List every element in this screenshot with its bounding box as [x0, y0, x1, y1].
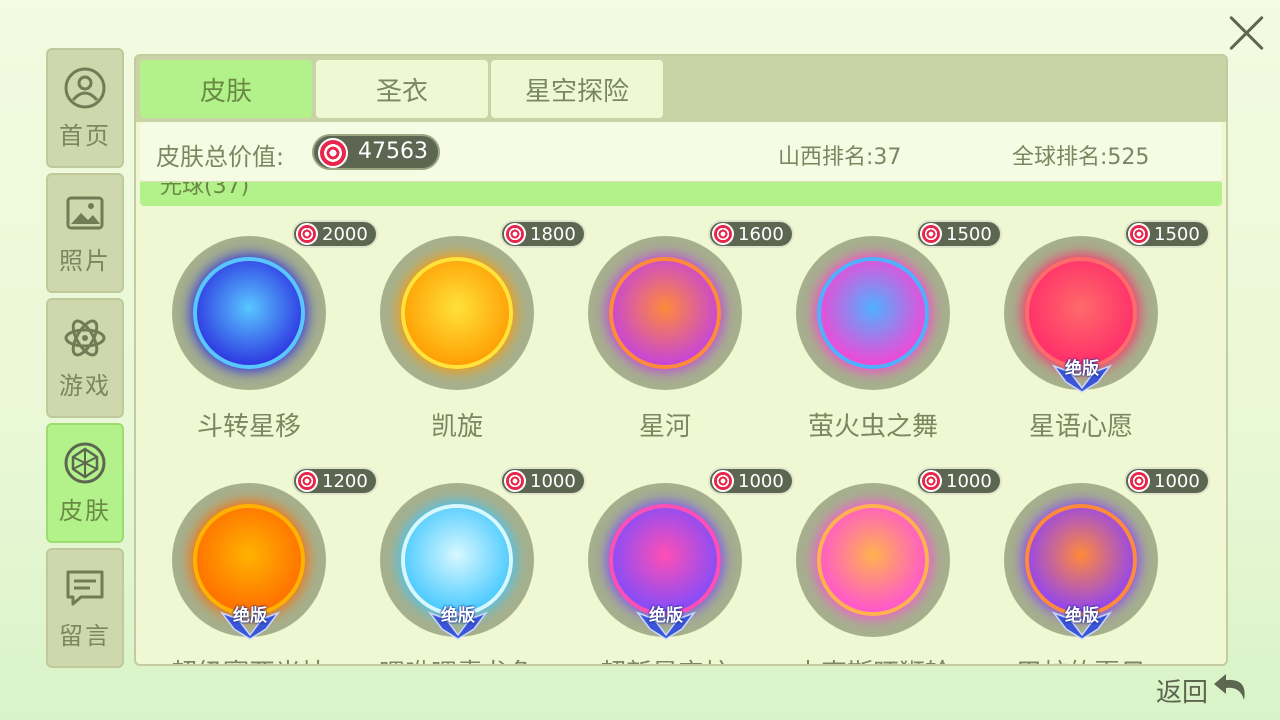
skin-item[interactable]: 1800 凯旋 — [344, 206, 586, 442]
person-icon — [63, 66, 107, 110]
candy-icon — [1128, 470, 1150, 492]
skin-name: 嘿咻嘿青龙兔 — [344, 653, 570, 664]
price-tag: 1000 — [1124, 467, 1210, 495]
return-arrow-icon — [1212, 670, 1250, 711]
total-value-badge: 47563 — [312, 134, 440, 170]
limited-edition-badge: 绝版 — [428, 601, 488, 640]
badge-text: 绝版 — [1065, 359, 1099, 379]
skin-item[interactable]: 绝版1200超级赛亚光烛 — [136, 453, 378, 664]
section-header: 光球(37) — [140, 182, 1222, 206]
skin-item[interactable]: 1000杰克斯旺狮轮 — [760, 453, 1002, 664]
badge-text: 绝版 — [233, 606, 267, 626]
skin-item[interactable]: 2000 斗转星移 — [136, 206, 378, 442]
skin-name: 斗转星移 — [196, 412, 301, 442]
skin-name: 超新星守护 — [552, 653, 778, 664]
orb-visual — [821, 261, 925, 365]
orb-visual — [613, 508, 717, 612]
skin-name: 星语心愿 — [1028, 412, 1133, 442]
back-label: 返回 — [1156, 678, 1209, 708]
price-value: 1000 — [1154, 471, 1200, 492]
skin-item[interactable]: 绝版 1500 星语心愿 — [968, 206, 1210, 442]
orb-visual — [821, 508, 925, 612]
orb-visual — [197, 261, 301, 365]
atom-icon — [63, 316, 107, 360]
diamond-icon — [63, 441, 107, 485]
candy-icon — [318, 138, 348, 168]
skin-orb[interactable] — [380, 236, 534, 390]
skin-item[interactable]: 绝版1000嘿咻嘿青龙兔 — [344, 453, 586, 664]
orb-visual — [405, 508, 509, 612]
candy-icon — [504, 470, 526, 492]
close-button[interactable] — [1226, 12, 1268, 54]
orb-visual — [197, 508, 301, 612]
sidebar: 首页 照片 游戏 皮肤 留言 — [46, 48, 128, 673]
price-tag: 1500 — [1124, 220, 1210, 248]
skin-orb[interactable] — [588, 236, 742, 390]
skin-grid: 2000 斗转星移 1800 凯旋 1600 星河 1500 萤火虫之舞 绝版 1500 星语心愿绝… — [136, 206, 1226, 664]
skin-orb[interactable]: 绝版 — [1004, 483, 1158, 640]
total-value: 47563 — [358, 139, 428, 164]
total-value-label: 皮肤总价值: — [156, 143, 285, 171]
sidebar-item-photos[interactable]: 照片 — [46, 173, 124, 293]
skin-name: 超级赛亚光烛 — [136, 653, 362, 664]
limited-edition-badge: 绝版 — [1052, 601, 1112, 640]
skin-name: 甲蛇的夏日 — [968, 653, 1194, 664]
image-icon — [63, 191, 107, 235]
skin-orb[interactable] — [796, 236, 950, 390]
sidebar-item-label: 皮肤 — [59, 496, 111, 525]
province-rank: 山西排名:37 — [778, 145, 902, 170]
skin-orb[interactable]: 绝版 — [172, 483, 326, 640]
tab-skins[interactable]: 皮肤 — [140, 60, 312, 118]
sidebar-item-label: 照片 — [59, 246, 111, 275]
skin-orb[interactable] — [796, 483, 950, 637]
skin-panel: 皮肤 圣衣 星空探险 皮肤总价值: 47563 山西排名:37 全球排名:525… — [134, 54, 1228, 666]
orb-visual — [1029, 508, 1133, 612]
message-icon — [63, 566, 107, 610]
section-label: 光球(37) — [160, 182, 250, 199]
sidebar-item-skins[interactable]: 皮肤 — [46, 423, 124, 543]
sidebar-item-label: 首页 — [59, 121, 111, 150]
candy-icon — [920, 223, 942, 245]
sidebar-item-label: 留言 — [59, 621, 111, 650]
badge-text: 绝版 — [441, 606, 475, 626]
sidebar-item-home[interactable]: 首页 — [46, 48, 124, 168]
skin-name: 星河 — [638, 412, 691, 442]
orb-visual — [613, 261, 717, 365]
tab-armor[interactable]: 圣衣 — [316, 60, 488, 118]
skin-item[interactable]: 绝版 1000 甲蛇的夏日 — [968, 453, 1210, 664]
badge-text: 绝版 — [649, 606, 683, 626]
limited-edition-badge: 绝版 — [636, 601, 696, 640]
candy-icon — [1128, 223, 1150, 245]
orb-visual — [1029, 261, 1133, 365]
skin-item[interactable]: 1600 星河 — [552, 206, 794, 442]
candy-icon — [296, 470, 318, 492]
back-button[interactable]: 返回 — [1156, 670, 1250, 711]
skin-orb[interactable]: 绝版 — [588, 483, 742, 640]
candy-icon — [712, 223, 734, 245]
sidebar-item-messages[interactable]: 留言 — [46, 548, 124, 668]
limited-edition-badge: 绝版 — [1052, 354, 1112, 393]
price-value: 1500 — [1154, 224, 1200, 245]
candy-icon — [296, 223, 318, 245]
skin-orb[interactable] — [172, 236, 326, 390]
tab-bar: 皮肤 圣衣 星空探险 — [136, 56, 1226, 122]
orb-visual — [405, 261, 509, 365]
skin-name: 杰克斯旺狮轮 — [760, 653, 986, 664]
sidebar-item-games[interactable]: 游戏 — [46, 298, 124, 418]
skin-name: 萤火虫之舞 — [807, 412, 938, 442]
skin-orb[interactable]: 绝版 — [380, 483, 534, 640]
badge-text: 绝版 — [1065, 606, 1099, 626]
candy-icon — [920, 470, 942, 492]
skin-item[interactable]: 1500 萤火虫之舞 — [760, 206, 1002, 442]
sidebar-item-label: 游戏 — [59, 371, 111, 400]
skin-orb[interactable]: 绝版 — [1004, 236, 1158, 393]
global-rank: 全球排名:525 — [1012, 145, 1150, 170]
candy-icon — [504, 223, 526, 245]
skin-name: 凯旋 — [430, 412, 483, 442]
tab-star-adventure[interactable]: 星空探险 — [491, 60, 663, 118]
limited-edition-badge: 绝版 — [220, 601, 280, 640]
skin-item[interactable]: 绝版1000超新星守护 — [552, 453, 794, 664]
info-bar: 皮肤总价值: 47563 山西排名:37 全球排名:525 — [140, 122, 1222, 182]
candy-icon — [712, 470, 734, 492]
